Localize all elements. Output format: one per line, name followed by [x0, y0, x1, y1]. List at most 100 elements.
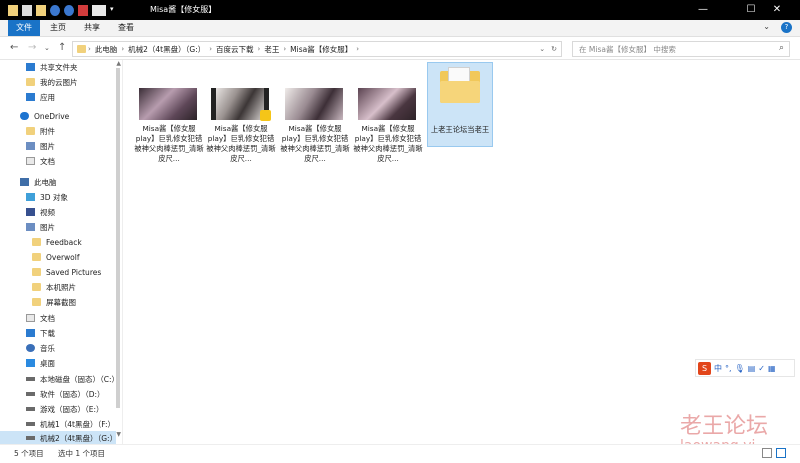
- new-folder-icon[interactable]: [36, 4, 46, 16]
- sidebar-item-label: 机械1（4t黑盘）（F:）: [40, 419, 115, 429]
- sidebar-item-apps[interactable]: 应用: [26, 90, 55, 104]
- scroll-up-icon[interactable]: ▲: [116, 60, 121, 67]
- sidebar-scrollbar[interactable]: [116, 68, 120, 408]
- delete-icon[interactable]: [78, 4, 88, 16]
- sidebar-item-overwolf[interactable]: Overwolf: [32, 250, 80, 264]
- up-arrow-icon[interactable]: ↑: [58, 42, 66, 53]
- address-field[interactable]: › 此电脑 › 机械2（4t黑盘）（G:） › 百度云下载 › 老王 › Mis…: [72, 41, 562, 57]
- onedrive-cloud-icon: [20, 112, 29, 120]
- breadcrumb-current[interactable]: Misa酱【修女服】: [286, 44, 356, 55]
- breadcrumb-laowang[interactable]: 老王: [260, 44, 283, 55]
- large-icons-view-icon[interactable]: [776, 448, 786, 458]
- undo-icon[interactable]: [50, 4, 60, 16]
- drive-icon: [26, 377, 35, 381]
- sidebar-item-label: 屏幕截图: [46, 297, 76, 307]
- sidebar-item-onedrive[interactable]: OneDrive: [20, 109, 69, 123]
- music-icon: [26, 344, 35, 352]
- keyboard-icon[interactable]: ▤: [748, 364, 756, 373]
- sidebar-item-label: 应用: [40, 92, 55, 102]
- microphone-icon[interactable]: 🎙: [735, 364, 745, 373]
- sidebar-item-drive-e[interactable]: 游戏（固态）（E:）: [26, 402, 104, 416]
- search-input[interactable]: 在 Misa酱【修女服】 中搜索 ⌕: [572, 41, 790, 57]
- toolbox-icon[interactable]: ▦: [768, 364, 776, 373]
- minimize-button[interactable]: —: [680, 0, 726, 20]
- help-icon[interactable]: ?: [781, 22, 792, 33]
- sidebar-item-onedrive-documents[interactable]: 文档: [26, 154, 55, 168]
- file-name: Misa酱【修女服play】巨乳修女犯错被神父肉棒惩罚_清晰皮尺...: [206, 124, 276, 163]
- expand-ribbon-icon[interactable]: ⌄: [763, 22, 770, 31]
- breadcrumb-baidu[interactable]: 百度云下载: [212, 44, 258, 55]
- punctuation-icon[interactable]: °,: [725, 364, 732, 373]
- forward-arrow-icon[interactable]: →: [28, 42, 36, 53]
- videos-icon: [26, 208, 35, 216]
- selection-count: 选中 1 个项目: [58, 449, 106, 458]
- folder-icon: [32, 238, 41, 246]
- apps-icon: [26, 93, 35, 101]
- sidebar-item-pictures[interactable]: 图片: [26, 220, 55, 234]
- file-name: Misa酱【修女服play】巨乳修女犯错被神父肉棒惩罚_清晰皮尺...: [134, 124, 204, 163]
- tab-view[interactable]: 查看: [110, 20, 142, 36]
- sidebar-item-label: 文档: [40, 156, 55, 166]
- title-bar: ▾ Misa酱【修女服】 — ☐ ✕: [0, 0, 800, 20]
- sidebar-item-label: 下载: [40, 328, 55, 338]
- sidebar-item-label: 文档: [40, 313, 55, 323]
- sidebar-item-drive-g[interactable]: 机械2（4t黑盘）（G:）: [0, 431, 118, 445]
- sidebar-item-label: 桌面: [40, 358, 55, 368]
- ime-language-toggle[interactable]: 中: [714, 363, 722, 374]
- sidebar-item-drive-f[interactable]: 机械1（4t黑盘）（F:）: [26, 417, 115, 431]
- details-view-icon[interactable]: [762, 448, 772, 458]
- sidebar-item-saved-pictures[interactable]: Saved Pictures: [32, 265, 101, 279]
- chevron-right-icon: ›: [356, 45, 360, 53]
- sidebar-item-videos[interactable]: 视频: [26, 205, 55, 219]
- address-dropdown-icon[interactable]: ⌄: [539, 45, 545, 53]
- search-icon[interactable]: ⌕: [779, 43, 784, 53]
- rename-icon[interactable]: [92, 4, 106, 16]
- file-name: Misa酱【修女服play】巨乳修女犯错被神父肉棒惩罚_清晰皮尺...: [353, 124, 423, 163]
- sidebar-item-label: 此电脑: [34, 177, 57, 187]
- sidebar-item-this-pc[interactable]: 此电脑: [20, 175, 57, 189]
- breadcrumb-this-pc[interactable]: 此电脑: [91, 44, 122, 55]
- sidebar-item-drive-c[interactable]: 本地磁盘（固态）（C:）: [26, 372, 119, 386]
- skin-icon[interactable]: ✓: [758, 364, 765, 373]
- sidebar-item-attachments[interactable]: 附件: [26, 124, 55, 138]
- drive-icon: [26, 407, 35, 411]
- tab-home[interactable]: 主页: [42, 20, 74, 36]
- customize-dropdown-icon[interactable]: ▾: [110, 5, 120, 16]
- folder-icon: [26, 78, 35, 86]
- breadcrumb-drive-g[interactable]: 机械2（4t黑盘）（G:）: [124, 44, 209, 55]
- sidebar-item-drive-d[interactable]: 软件（固态）（D:）: [26, 387, 105, 401]
- folder-icon: [32, 268, 41, 276]
- watermark-logo: 老王论坛: [680, 414, 769, 439]
- properties-icon[interactable]: [22, 4, 32, 16]
- search-placeholder: 在 Misa酱【修女服】 中搜索: [579, 45, 676, 54]
- sidebar-item-cloud-pictures[interactable]: 我的云图片: [26, 75, 78, 89]
- recent-locations-icon[interactable]: ⌄: [44, 44, 50, 52]
- sidebar-item-onedrive-pictures[interactable]: 图片: [26, 139, 55, 153]
- tab-file[interactable]: 文件: [8, 20, 40, 36]
- sidebar-item-camera-roll[interactable]: 本机照片: [32, 280, 76, 294]
- refresh-icon[interactable]: ↻: [551, 45, 557, 53]
- navigation-pane: ▲ ▼ 共享文件夹 我的云图片 应用 OneDrive 附件 图片 文档 此电脑…: [0, 60, 123, 445]
- tab-share[interactable]: 共享: [76, 20, 108, 36]
- redo-icon[interactable]: [64, 4, 74, 16]
- sidebar-item-downloads[interactable]: 下载: [26, 326, 55, 340]
- sidebar-item-label: 共享文件夹: [40, 62, 78, 72]
- sidebar-item-music[interactable]: 音乐: [26, 341, 55, 355]
- folder-item-selected[interactable]: 上老王论坛当老王: [427, 62, 493, 147]
- back-arrow-icon[interactable]: ←: [10, 42, 18, 53]
- sogou-logo-icon[interactable]: S: [698, 361, 711, 375]
- sidebar-item-3d-objects[interactable]: 3D 对象: [26, 190, 68, 204]
- ribbon-tabs: 文件 主页 共享 查看 ⌄ ?: [0, 20, 800, 37]
- sidebar-item-label: 机械2（4t黑盘）（G:）: [40, 433, 118, 443]
- sidebar-item-screenshots[interactable]: 屏幕截图: [32, 295, 76, 309]
- documents-icon: [26, 314, 35, 322]
- sidebar-item-documents[interactable]: 文档: [26, 311, 55, 325]
- ime-toolbar[interactable]: S 中 °, 🎙 ▤ ✓ ▦: [695, 359, 795, 377]
- sidebar-item-feedback[interactable]: Feedback: [32, 235, 82, 249]
- sidebar-item-desktop[interactable]: 桌面: [26, 356, 55, 370]
- sidebar-item-label: Overwolf: [46, 252, 80, 262]
- sidebar-item-label: 3D 对象: [40, 192, 68, 202]
- folder-icon: [32, 298, 41, 306]
- close-button[interactable]: ✕: [754, 0, 800, 20]
- sidebar-item-shared-folder[interactable]: 共享文件夹: [26, 60, 78, 74]
